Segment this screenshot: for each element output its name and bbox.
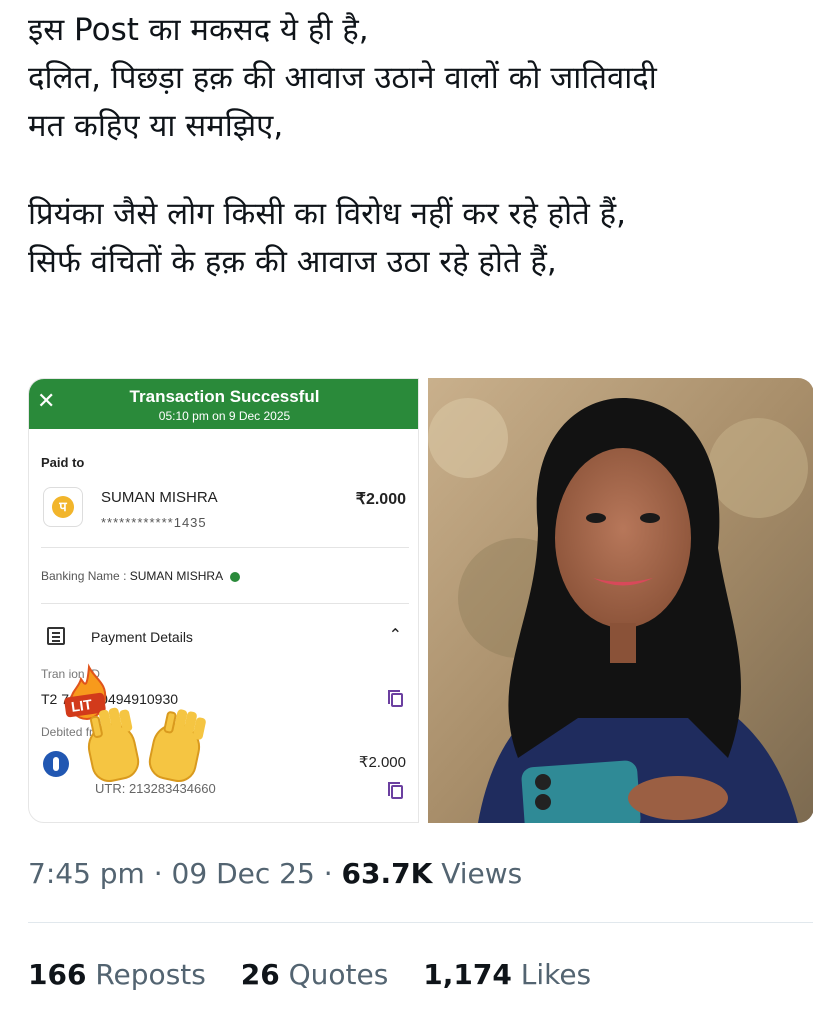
sbi-logo-icon bbox=[43, 751, 69, 777]
quotes-stat[interactable]: 26 Quotes bbox=[241, 958, 389, 991]
post-line: इस Post का मकसद ये ही है, bbox=[28, 12, 369, 48]
fire-lit-sticker-icon: LIT bbox=[64, 663, 107, 721]
views-label: Views bbox=[441, 857, 523, 890]
transaction-title: Transaction Successful bbox=[129, 387, 320, 406]
copy-icon[interactable] bbox=[388, 782, 403, 799]
portrait-photo[interactable] bbox=[428, 378, 813, 823]
post-line: सिर्फ वंचितों के हक़ की आवाज उठा रहे होत… bbox=[28, 244, 557, 280]
verified-icon bbox=[229, 571, 240, 582]
debited-amount: ₹2.000 bbox=[358, 754, 406, 771]
tweet-stats: 166 Reposts 26 Quotes 1,174 Likes bbox=[28, 958, 617, 991]
banking-name-label: Banking Name bbox=[41, 569, 120, 583]
payment-details-label[interactable]: Payment Details bbox=[91, 629, 193, 645]
banking-name-value: SUMAN MISHRA bbox=[129, 569, 223, 583]
raised-hands-sticker-icon bbox=[79, 718, 209, 786]
transaction-datetime: 05:10 pm on 9 Dec 2025 bbox=[158, 409, 291, 423]
tweet-date: 09 Dec 25 bbox=[171, 857, 315, 890]
paid-to-label: Paid to bbox=[41, 455, 85, 470]
bank-logo-icon: प bbox=[43, 487, 83, 527]
payee-name: SUMAN MISHRA bbox=[101, 489, 218, 506]
transaction-header: ✕ Transaction Successful 05:10 pm on 9 D… bbox=[29, 379, 418, 429]
post-text: इस Post का मकसद ये ही है, दलित, पिछड़ा ह… bbox=[28, 6, 798, 286]
sticker-text: LIT bbox=[70, 696, 93, 715]
banking-name-row: Banking Name : SUMAN MISHRA bbox=[41, 569, 240, 583]
tweet-meta: 7:45 pm · 09 Dec 25 · 63.7K Views bbox=[28, 857, 523, 890]
payment-amount: ₹2.000 bbox=[355, 491, 406, 508]
transaction-screenshot[interactable]: ✕ Transaction Successful 05:10 pm on 9 D… bbox=[28, 378, 419, 823]
divider bbox=[28, 922, 813, 923]
receipt-icon bbox=[47, 627, 65, 645]
likes-stat[interactable]: 1,174 Likes bbox=[423, 958, 591, 991]
payee-account: ************1435 bbox=[101, 515, 207, 530]
views-count: 63.7K bbox=[341, 857, 433, 890]
tweet-time: 7:45 pm bbox=[28, 857, 145, 890]
copy-icon[interactable] bbox=[388, 690, 403, 707]
utr-number: UTR: 213283434660 bbox=[95, 781, 216, 796]
post-line: दलित, पिछड़ा हक़ की आवाज उठाने वालों को … bbox=[28, 60, 657, 96]
post-line: मत कहिए या समझिए, bbox=[28, 108, 284, 144]
reposts-stat[interactable]: 166 Reposts bbox=[28, 958, 206, 991]
post-line: प्रियंका जैसे लोग किसी का विरोध नहीं कर … bbox=[28, 196, 626, 232]
chevron-up-icon[interactable]: ⌃ bbox=[389, 625, 402, 644]
post-media[interactable]: ✕ Transaction Successful 05:10 pm on 9 D… bbox=[28, 378, 813, 823]
